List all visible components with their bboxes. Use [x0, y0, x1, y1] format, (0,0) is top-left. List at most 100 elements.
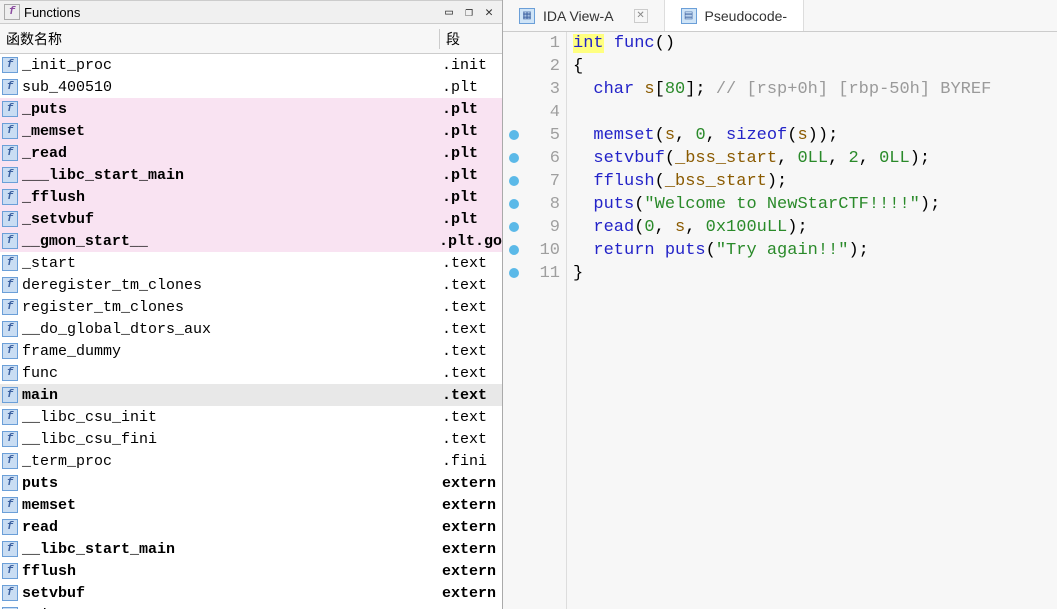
- function-row[interactable]: f__libc_csu_fini.text: [0, 428, 502, 450]
- code-line: int func(): [573, 32, 1057, 55]
- breakpoint-icon[interactable]: [509, 153, 519, 163]
- breakpoint-icon[interactable]: [509, 245, 519, 255]
- function-row[interactable]: f_term_proc.fini: [0, 450, 502, 472]
- function-row[interactable]: f___libc_start_main.plt: [0, 164, 502, 186]
- close-button[interactable]: ✕: [480, 4, 498, 20]
- gutter-line[interactable]: 6: [503, 147, 560, 170]
- function-row[interactable]: fregister_tm_clones.text: [0, 296, 502, 318]
- function-segment: .plt: [436, 145, 502, 162]
- function-segment: .plt: [436, 79, 502, 96]
- code-line: return puts("Try again!!");: [573, 239, 1057, 262]
- functions-columns-header: 函数名称 段: [0, 24, 502, 54]
- function-segment: .plt: [436, 167, 502, 184]
- function-row[interactable]: f__libc_start_mainextern: [0, 538, 502, 560]
- tab-close-icon[interactable]: ✕: [634, 9, 648, 23]
- gutter-line[interactable]: 1: [503, 32, 560, 55]
- gutter-line[interactable]: 10: [503, 239, 560, 262]
- function-icon: f: [2, 563, 18, 579]
- function-segment: extern: [436, 563, 502, 580]
- function-row[interactable]: f__libc_csu_init.text: [0, 406, 502, 428]
- gutter-line[interactable]: 7: [503, 170, 560, 193]
- function-name: fflush: [22, 563, 436, 580]
- gutter-line[interactable]: 3: [503, 78, 560, 101]
- function-icon: f: [2, 123, 18, 139]
- function-segment: .text: [436, 387, 502, 404]
- functions-panel: f Functions ▭ ❐ ✕ 函数名称 段 f_init_proc.ini…: [0, 0, 503, 609]
- function-row[interactable]: f__do_global_dtors_aux.text: [0, 318, 502, 340]
- function-row[interactable]: f_setvbuf.plt: [0, 208, 502, 230]
- breakpoint-icon[interactable]: [509, 199, 519, 209]
- function-row[interactable]: f_memset.plt: [0, 120, 502, 142]
- code-line: {: [573, 55, 1057, 78]
- function-row[interactable]: fputsextern: [0, 472, 502, 494]
- minimize-button[interactable]: ▭: [440, 4, 458, 20]
- function-name: __gmon_start__: [22, 233, 433, 250]
- function-segment: .text: [436, 299, 502, 316]
- gutter-line[interactable]: 8: [503, 193, 560, 216]
- function-icon: f: [2, 57, 18, 73]
- column-name-header[interactable]: 函数名称: [0, 29, 440, 49]
- tab-ida-view[interactable]: ▦ IDA View-A ✕: [503, 0, 665, 31]
- right-panel: ▦ IDA View-A ✕ ▤ Pseudocode- 12345678910…: [503, 0, 1057, 609]
- function-icon: f: [2, 233, 18, 249]
- breakpoint-icon[interactable]: [509, 222, 519, 232]
- function-row[interactable]: freadextern: [0, 516, 502, 538]
- code-line: memset(s, 0, sizeof(s));: [573, 124, 1057, 147]
- breakpoint-icon[interactable]: [509, 130, 519, 140]
- function-row[interactable]: f_puts.plt: [0, 98, 502, 120]
- function-icon: f: [2, 453, 18, 469]
- function-row[interactable]: f_start.text: [0, 252, 502, 274]
- function-segment: extern: [436, 497, 502, 514]
- function-segment: .plt: [436, 211, 502, 228]
- function-name: _fflush: [22, 189, 436, 206]
- gutter-line[interactable]: 2: [503, 55, 560, 78]
- function-row[interactable]: f__gmon_start__.plt.go: [0, 230, 502, 252]
- gutter-line[interactable]: 11: [503, 262, 560, 285]
- breakpoint-icon[interactable]: [509, 268, 519, 278]
- restore-button[interactable]: ❐: [460, 4, 478, 20]
- function-row[interactable]: fsub_400510.plt: [0, 76, 502, 98]
- function-icon: f: [2, 101, 18, 117]
- code-line: setvbuf(_bss_start, 0LL, 2, 0LL);: [573, 147, 1057, 170]
- function-row[interactable]: fsetvbufextern: [0, 582, 502, 604]
- function-segment: .plt.go: [433, 233, 502, 250]
- function-icon: f: [2, 585, 18, 601]
- code-text[interactable]: int func(){ char s[80]; // [rsp+0h] [rbp…: [567, 32, 1057, 609]
- function-name: memset: [22, 497, 436, 514]
- functions-title-bar: f Functions ▭ ❐ ✕: [0, 0, 502, 24]
- code-line: fflush(_bss_start);: [573, 170, 1057, 193]
- function-icon: f: [2, 497, 18, 513]
- function-icon: f: [2, 431, 18, 447]
- tab-pseudocode[interactable]: ▤ Pseudocode-: [665, 0, 805, 31]
- function-row[interactable]: fmain.text: [0, 384, 502, 406]
- function-name: _start: [22, 255, 436, 272]
- column-segment-header[interactable]: 段: [440, 29, 502, 49]
- function-icon: f: [2, 145, 18, 161]
- function-row[interactable]: ffunc.text: [0, 362, 502, 384]
- code-line: char s[80]; // [rsp+0h] [rbp-50h] BYREF: [573, 78, 1057, 101]
- code-line: puts("Welcome to NewStarCTF!!!!");: [573, 193, 1057, 216]
- gutter-line[interactable]: 9: [503, 216, 560, 239]
- gutter-line[interactable]: 4: [503, 101, 560, 124]
- function-name: sub_400510: [22, 79, 436, 96]
- function-row[interactable]: fderegister_tm_clones.text: [0, 274, 502, 296]
- function-row[interactable]: f__imp___gmon_start__extern: [0, 604, 502, 609]
- code-line: read(0, s, 0x100uLL);: [573, 216, 1057, 239]
- function-icon: f: [2, 299, 18, 315]
- function-row[interactable]: ffflushextern: [0, 560, 502, 582]
- function-name: _puts: [22, 101, 436, 118]
- gutter-line[interactable]: 5: [503, 124, 560, 147]
- line-gutter: 1234567891011: [503, 32, 567, 609]
- tab-ida-view-label: IDA View-A: [543, 8, 614, 24]
- function-row[interactable]: fframe_dummy.text: [0, 340, 502, 362]
- breakpoint-icon[interactable]: [509, 176, 519, 186]
- function-icon: f: [2, 541, 18, 557]
- function-name: _setvbuf: [22, 211, 436, 228]
- function-row[interactable]: fmemsetextern: [0, 494, 502, 516]
- function-row[interactable]: f_init_proc.init: [0, 54, 502, 76]
- function-row[interactable]: f_read.plt: [0, 142, 502, 164]
- function-name: deregister_tm_clones: [22, 277, 436, 294]
- function-name: __libc_start_main: [22, 541, 436, 558]
- function-row[interactable]: f_fflush.plt: [0, 186, 502, 208]
- function-name: _term_proc: [22, 453, 436, 470]
